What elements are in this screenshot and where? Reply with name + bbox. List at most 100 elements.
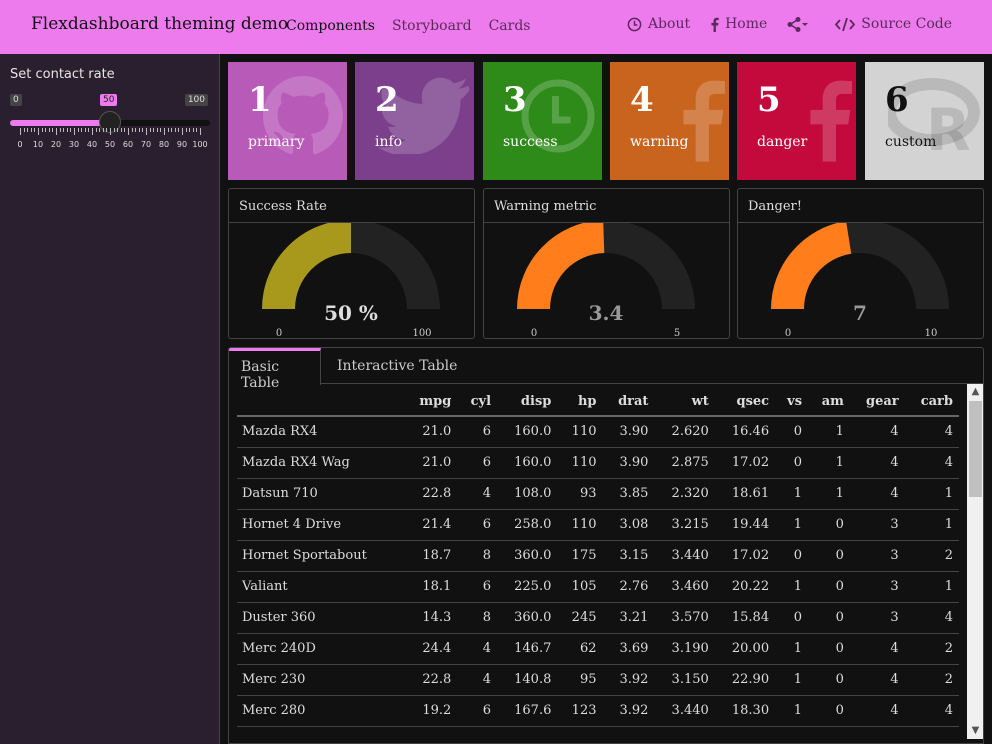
table-cell: 1 <box>904 478 959 510</box>
slider-tick-label: 70 <box>140 140 152 149</box>
table-cell: 360.0 <box>497 540 558 572</box>
table-scrollbar[interactable]: ▲ ▼ <box>967 384 983 739</box>
row-name-cell: Merc 230 <box>237 664 404 696</box>
slider-tick <box>30 128 32 132</box>
slider-tick-label: 30 <box>68 140 80 149</box>
table-cell: 22.8 <box>403 478 458 510</box>
slider-tick <box>149 128 151 132</box>
slider-tick <box>34 128 36 132</box>
slider-tick-label: 20 <box>50 140 62 149</box>
nav-share-menu[interactable] <box>787 16 815 32</box>
table-row: Mazda RX4 21.0 6 160.0 110 3.90 2.620 16.46 0 1 4 4 <box>237 416 959 448</box>
table-row: Merc 240D 24.4 4 146.7 62 3.69 3.190 20.00 1 0 4 2 <box>237 633 959 665</box>
column-header: am <box>808 384 850 417</box>
table-cell: 4 <box>849 633 905 665</box>
row-name-cell: Merc 280 <box>237 695 404 727</box>
valuebox-value: 1 <box>248 80 272 120</box>
gauge-min-label: 0 <box>276 328 282 339</box>
table-cell: 18.61 <box>714 478 776 510</box>
table-row: Datsun 710 22.8 4 108.0 93 3.85 2.320 18.61 1 1 4 1 <box>237 478 959 510</box>
table-cell: 3.440 <box>654 540 715 572</box>
nav-cards[interactable]: Cards <box>489 18 531 34</box>
code-icon <box>835 17 856 31</box>
scroll-up-arrow-icon[interactable]: ▲ <box>967 384 983 400</box>
gauge-success-rate: 50 % 0 100 <box>262 223 440 339</box>
tab-bar: Basic Table Interactive Table <box>229 348 983 391</box>
table-cell: 4 <box>849 478 905 510</box>
table-cell: 3 <box>849 571 905 603</box>
table-cell: 1 <box>775 478 809 510</box>
column-header: disp <box>497 384 558 417</box>
valuebox-value: 2 <box>375 80 399 120</box>
table-cell: 4 <box>904 447 959 479</box>
nav-left: Components Storyboard Cards <box>286 18 547 34</box>
table-cell: 3.150 <box>654 664 715 696</box>
nav-source-code[interactable]: Source Code <box>835 16 952 32</box>
tab-basic-table[interactable]: Basic Table <box>229 348 321 391</box>
slider-tick <box>135 128 137 132</box>
table-cell: 6 <box>457 509 498 541</box>
slider-tick <box>106 128 108 132</box>
nav-home[interactable]: Home <box>710 16 767 32</box>
slider-tick <box>48 128 50 132</box>
table-cell: 3.15 <box>602 540 655 572</box>
table-cell: 1 <box>775 509 809 541</box>
table-row: Merc 230 22.8 4 140.8 95 3.92 3.150 22.90 1 0 4 2 <box>237 664 959 696</box>
table-cell: 2 <box>904 633 959 665</box>
table-cell: 2.76 <box>602 571 655 603</box>
column-header: hp <box>557 384 603 417</box>
table-cell: 110 <box>557 416 603 448</box>
table-cell: 160.0 <box>497 447 558 479</box>
table-cell: 4 <box>849 416 905 448</box>
valuebox-warning: 4 warning <box>610 62 729 180</box>
table-cell: 108.0 <box>497 478 558 510</box>
slider-tick <box>88 128 90 132</box>
table-cell: 19.2 <box>403 695 458 727</box>
table-cell: 110 <box>557 447 603 479</box>
valuebox-success: 3 success <box>483 62 602 180</box>
row-name-cell: Merc 240D <box>237 633 404 665</box>
brand-title[interactable]: Flexdashboard theming demo <box>31 14 288 34</box>
table-cell: 110 <box>557 509 603 541</box>
tab-interactive-table[interactable]: Interactive Table <box>325 348 469 385</box>
nav-components[interactable]: Components <box>286 18 375 34</box>
valuebox-caption: danger <box>757 134 808 150</box>
table-row: Merc 280 19.2 6 167.6 123 3.92 3.440 18.30 1 0 4 4 <box>237 695 959 727</box>
slider-tick <box>167 128 169 132</box>
table-cell: 2 <box>904 664 959 696</box>
table-cell: 8 <box>457 602 498 634</box>
table-cell: 24.4 <box>403 633 458 665</box>
table-cell: 0 <box>775 447 809 479</box>
valuebox-caption: custom <box>885 134 937 150</box>
table-scroll-area[interactable]: mpg cyl disp hp drat wt qsec vs am gear carb Mazda… <box>237 384 959 743</box>
scroll-down-arrow-icon[interactable]: ▼ <box>967 723 983 739</box>
table-cell: 18.7 <box>403 540 458 572</box>
table-cell: 93 <box>557 478 603 510</box>
table-cell: 95 <box>557 664 603 696</box>
valuebox-primary: 1 primary <box>228 62 347 180</box>
valuebox-value: 5 <box>757 80 781 120</box>
sidebar: Set contact rate 0 50 100 0 10 20 30 40 50 60 7… <box>0 54 220 744</box>
nav-about[interactable]: About <box>627 16 690 32</box>
table-card: Basic Table Interactive Table mpg cyl disp… <box>228 347 984 744</box>
nav-storyboard[interactable]: Storyboard <box>392 18 472 34</box>
table-cell: 21.0 <box>403 416 458 448</box>
table-row: Hornet Sportabout 18.7 8 360.0 175 3.15 3.440 1… <box>237 540 959 572</box>
slider-tick-label: 50 <box>104 140 116 149</box>
slider-tick <box>153 128 155 132</box>
column-header: mpg <box>403 384 458 417</box>
scrollbar-thumb[interactable] <box>969 401 982 497</box>
table-cell: 2.320 <box>654 478 715 510</box>
table-cell: 21.4 <box>403 509 458 541</box>
valuebox-value: 4 <box>630 80 654 120</box>
gauge-max-label: 5 <box>674 328 680 339</box>
gauge-max-label: 10 <box>925 328 938 339</box>
contact-rate-slider[interactable]: 0 50 100 0 10 20 30 40 50 60 70 80 90 100 <box>10 94 210 154</box>
row-name-cell: Hornet Sportabout <box>237 540 404 572</box>
gauge-title: Danger! <box>738 189 983 223</box>
table-cell: 0 <box>808 540 850 572</box>
row-name-cell: Duster 360 <box>237 602 404 634</box>
table-cell: 4 <box>849 447 905 479</box>
slider-tick <box>124 128 126 132</box>
table-cell: 0 <box>808 509 850 541</box>
